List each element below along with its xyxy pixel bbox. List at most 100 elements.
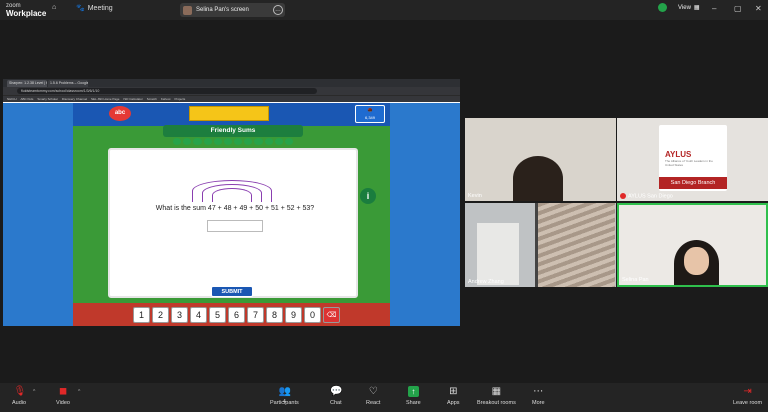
key-4[interactable]: 4 (190, 307, 207, 323)
browser-tabs: Sharpen: 1.2.38 Level | K-Sharpen 1.5.6 … (3, 79, 460, 87)
progress-dots (173, 138, 294, 146)
delete-key[interactable]: ⌫ (323, 307, 340, 323)
breakout-rooms-button[interactable]: ▦ Breakout rooms (477, 386, 516, 406)
key-7[interactable]: 7 (247, 307, 264, 323)
avatar (183, 5, 192, 15)
game-title: Friendly Sums (163, 125, 303, 137)
more-button[interactable]: ⋯ More (532, 386, 545, 406)
game-left-panel (3, 103, 73, 326)
answer-input[interactable] (207, 220, 263, 232)
breakout-icon: ▦ (491, 386, 502, 397)
shield-icon (658, 3, 667, 12)
number-keypad: 1 2 3 4 5 6 7 8 9 0 ⌫ (133, 307, 340, 323)
brand-bottom: Workplace (6, 9, 47, 18)
address-bar: fluidsteamtommy.com/school/classroom/1/3… (3, 87, 460, 95)
participant-name: AYLUS San Diego (620, 192, 673, 199)
bookmark[interactable]: ABC Kids (21, 97, 34, 101)
bookmark[interactable]: Kahoot (161, 97, 171, 101)
bookmark[interactable]: SEL-ISD Home Page (91, 97, 119, 101)
video-button[interactable]: ◼ Video (56, 386, 70, 406)
react-button[interactable]: ♡ React (366, 386, 380, 406)
mic-off-icon (620, 192, 626, 199)
participant-name: Kevin (468, 193, 482, 199)
audio-button[interactable]: 🎙 Audio (12, 386, 26, 406)
grid-view-icon: ▦ (693, 5, 700, 11)
share-button[interactable]: ↑ Share (406, 386, 421, 406)
video-tile-andrew[interactable]: Andrew Zhang (465, 203, 616, 287)
meeting-label: Meeting (87, 4, 113, 12)
apps-icon: ⊞ (449, 386, 458, 397)
top-bar: zoom Workplace ⌂ 🐾 Meeting Selina Pan's … (0, 0, 768, 20)
home-button[interactable]: ⌂ (52, 4, 56, 11)
question-paper: What is the sum 47 + 48 + 49 + 50 + 51 +… (108, 148, 358, 298)
browser-tab[interactable]: Sharpen: 1.2.38 Level | K-Sharpen (7, 80, 47, 87)
aylus-subtitle: The Alliance of Youth Leaders in the Uni… (665, 159, 713, 167)
background-bed (535, 203, 615, 287)
zoom-logo: zoom Workplace (6, 2, 46, 18)
game-header: abc 🌰 6,349 (73, 103, 390, 126)
video-options-caret[interactable]: ^ (78, 389, 80, 395)
video-tile-aylus[interactable]: AYLUS The Alliance of Youth Leaders in t… (617, 118, 768, 201)
bookmark[interactable]: ISD Calculator (123, 97, 142, 101)
participants-button[interactable]: 👥4 Participants (270, 386, 299, 406)
close-icon[interactable]: ✕ (755, 4, 762, 13)
participant-face (684, 247, 709, 275)
audio-options-caret[interactable]: ^ (33, 389, 35, 395)
apps-button[interactable]: ⊞ Apps (447, 386, 460, 406)
browser-tab[interactable]: 1.5.6 Problems – Google Docs (48, 80, 88, 87)
gold-bar (189, 106, 269, 121)
share-arrow-icon: ↑ (407, 386, 419, 397)
participant-video (513, 156, 563, 201)
home-icon: ⌂ (52, 4, 57, 11)
camera-off-icon: ◼ (58, 386, 68, 397)
chat-button[interactable]: 💬 Chat (330, 386, 343, 406)
aylus-logo-text: AYLUS (665, 150, 692, 159)
question-text: What is the sum 47 + 48 + 49 + 50 + 51 +… (155, 205, 315, 212)
acorn-count: 6,349 (364, 115, 375, 120)
shared-screen: Sharpen: 1.2.38 Level | K-Sharpen 1.5.6 … (3, 79, 460, 326)
url-field[interactable]: fluidsteamtommy.com/school/classroom/1/3… (17, 88, 317, 94)
leave-icon: ⇥ (743, 386, 752, 397)
heart-icon: ♡ (368, 386, 378, 397)
acorn-counter[interactable]: 🌰 6,349 (355, 105, 385, 123)
bookmark[interactable]: NHICH (7, 97, 17, 101)
aylus-branch: San Diego Branch (659, 177, 727, 189)
view-button[interactable]: View ▦ (658, 3, 700, 12)
abc-logo[interactable]: abc (109, 106, 131, 121)
game-right-panel (390, 103, 460, 326)
video-tile-selina[interactable]: Selina Pan (617, 203, 768, 287)
leave-room-button[interactable]: ⇥ Leave room (733, 386, 762, 406)
participant-name: Selina Pan (622, 277, 649, 283)
bookmarks-bar: NHICH ABC Kids Smarty Scholar Discovery … (3, 95, 460, 102)
key-2[interactable]: 2 (152, 307, 169, 323)
info-button[interactable]: i (360, 188, 376, 204)
participant-name: Andrew Zhang (468, 279, 504, 285)
participants-icon: 👥4 (278, 386, 292, 405)
key-9[interactable]: 9 (285, 307, 302, 323)
key-5[interactable]: 5 (209, 307, 226, 323)
key-6[interactable]: 6 (228, 307, 245, 323)
submit-button[interactable]: SUBMIT (211, 286, 253, 297)
mic-off-icon: 🎙 (13, 386, 27, 397)
more-icon: ⋯ (533, 386, 544, 397)
background-door (477, 223, 519, 285)
view-label: View (678, 4, 691, 11)
bookmark[interactable]: Discovery Channel (62, 97, 87, 101)
bookmark[interactable]: Smarty Scholar (37, 97, 58, 101)
zoom-window: zoom Workplace ⌂ 🐾 Meeting Selina Pan's … (0, 0, 768, 412)
bookmark[interactable]: Scratch (147, 97, 157, 101)
screen-share-pill[interactable]: Selina Pan's screen … (180, 3, 285, 17)
key-8[interactable]: 8 (266, 307, 283, 323)
aylus-card: AYLUS The Alliance of Youth Leaders in t… (659, 125, 727, 191)
acorn-icon: 🌰 (367, 107, 373, 112)
key-0[interactable]: 0 (304, 307, 321, 323)
meeting-tab[interactable]: 🐾 Meeting (76, 4, 113, 13)
key-1[interactable]: 1 (133, 307, 150, 323)
maximize-icon[interactable]: ▢ (734, 4, 742, 13)
paw-icon: 🐾 (76, 5, 85, 12)
key-3[interactable]: 3 (171, 307, 188, 323)
bookmark[interactable]: Projects (174, 97, 185, 101)
options-icon[interactable]: … (273, 5, 283, 15)
minimize-icon[interactable]: – (712, 4, 716, 13)
video-tile-kevin[interactable]: Kevin (465, 118, 616, 201)
